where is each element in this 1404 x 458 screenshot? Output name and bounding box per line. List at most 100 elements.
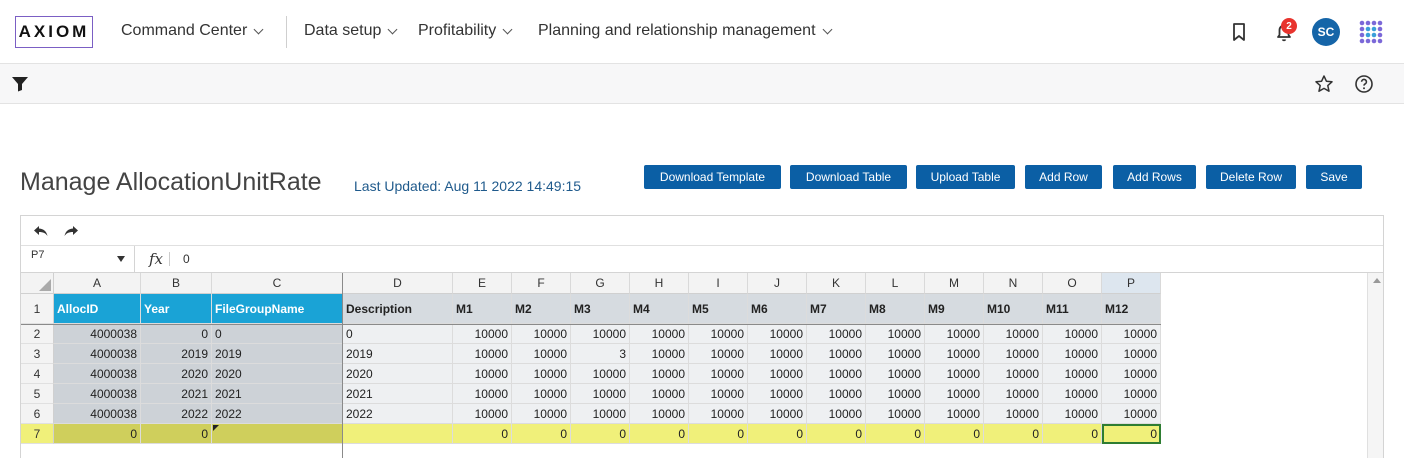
cell-b4[interactable]: 2020 [141,364,212,384]
cell-m2[interactable]: 10000 [925,324,984,344]
header-cell-d[interactable]: Description [343,294,453,324]
cell-p5[interactable]: 10000 [1102,384,1161,404]
redo-icon[interactable] [63,224,79,238]
cell-a2[interactable]: 4000038 [54,324,141,344]
header-cell-f[interactable]: M2 [512,294,571,324]
cell-j4[interactable]: 10000 [748,364,807,384]
upload-table-button[interactable]: Upload Table [916,165,1015,189]
header-cell-j[interactable]: M6 [748,294,807,324]
cell-f6[interactable]: 10000 [512,404,571,424]
row-header-4[interactable]: 4 [21,364,54,384]
cell-m4[interactable]: 10000 [925,364,984,384]
cell-e6[interactable]: 10000 [453,404,512,424]
caret-down-icon[interactable] [117,256,125,262]
cell-c2[interactable]: 0 [212,324,343,344]
header-cell-k[interactable]: M7 [807,294,866,324]
cell-a7[interactable]: 0 [54,424,141,444]
cell-c6[interactable]: 2022 [212,404,343,424]
cell-l4[interactable]: 10000 [866,364,925,384]
download-template-button[interactable]: Download Template [644,165,781,189]
nav-planning-relationship-management[interactable]: Planning and relationship management [538,22,832,40]
header-cell-g[interactable]: M3 [571,294,630,324]
cell-d7[interactable] [343,424,453,444]
cell-n5[interactable]: 10000 [984,384,1043,404]
cell-e5[interactable]: 10000 [453,384,512,404]
cell-i3[interactable]: 10000 [689,344,748,364]
cell-c5[interactable]: 2021 [212,384,343,404]
cell-h5[interactable]: 10000 [630,384,689,404]
cell-g2[interactable]: 10000 [571,324,630,344]
cell-m6[interactable]: 10000 [925,404,984,424]
cell-j6[interactable]: 10000 [748,404,807,424]
cell-d4[interactable]: 2020 [343,364,453,384]
scroll-up-icon[interactable] [1373,278,1381,283]
cell-a3[interactable]: 4000038 [54,344,141,364]
save-button[interactable]: Save [1306,165,1362,189]
column-header-k[interactable]: K [807,273,866,294]
cell-o4[interactable]: 10000 [1043,364,1102,384]
cell-k2[interactable]: 10000 [807,324,866,344]
cell-a4[interactable]: 4000038 [54,364,141,384]
favorite-star-icon[interactable] [1314,74,1334,94]
bookmark-icon[interactable] [1227,20,1251,44]
cell-m7[interactable]: 0 [925,424,984,444]
cell-g6[interactable]: 10000 [571,404,630,424]
cell-d2[interactable]: 0 [343,324,453,344]
cell-c7[interactable] [212,424,343,444]
cell-j2[interactable]: 10000 [748,324,807,344]
cell-n2[interactable]: 10000 [984,324,1043,344]
cell-i5[interactable]: 10000 [689,384,748,404]
add-rows-button[interactable]: Add Rows [1113,165,1196,189]
formula-input[interactable]: 0 [183,252,190,266]
header-cell-o[interactable]: M11 [1043,294,1102,324]
header-cell-h[interactable]: M4 [630,294,689,324]
cell-n4[interactable]: 10000 [984,364,1043,384]
cell-k4[interactable]: 10000 [807,364,866,384]
column-header-p[interactable]: P [1102,273,1161,294]
column-header-l[interactable]: L [866,273,925,294]
app-launcher-grid-icon[interactable] [1358,19,1384,45]
cell-k5[interactable]: 10000 [807,384,866,404]
cell-e4[interactable]: 10000 [453,364,512,384]
header-cell-a[interactable]: AllocID [54,294,141,324]
cell-o6[interactable]: 10000 [1043,404,1102,424]
cell-a5[interactable]: 4000038 [54,384,141,404]
cell-i4[interactable]: 10000 [689,364,748,384]
cell-h3[interactable]: 10000 [630,344,689,364]
column-header-g[interactable]: G [571,273,630,294]
row-header-1[interactable]: 1 [21,294,54,324]
column-header-n[interactable]: N [984,273,1043,294]
cell-f4[interactable]: 10000 [512,364,571,384]
cell-n7[interactable]: 0 [984,424,1043,444]
cell-g3[interactable]: 3 [571,344,630,364]
cell-a6[interactable]: 4000038 [54,404,141,424]
nav-data-setup[interactable]: Data setup [304,22,398,40]
nav-command-center[interactable]: Command Center [121,22,264,40]
cell-i6[interactable]: 10000 [689,404,748,424]
cell-d5[interactable]: 2021 [343,384,453,404]
cell-m3[interactable]: 10000 [925,344,984,364]
help-icon[interactable] [1354,74,1374,94]
cell-p3[interactable]: 10000 [1102,344,1161,364]
column-header-c[interactable]: C [212,273,343,294]
undo-icon[interactable] [33,224,49,238]
cell-d6[interactable]: 2022 [343,404,453,424]
nav-profitability[interactable]: Profitability [418,22,513,40]
cell-p7[interactable]: 0 [1102,424,1161,444]
cell-d3[interactable]: 2019 [343,344,453,364]
filter-icon[interactable] [11,76,29,92]
cell-p2[interactable]: 10000 [1102,324,1161,344]
cell-b3[interactable]: 2019 [141,344,212,364]
cell-j5[interactable]: 10000 [748,384,807,404]
cell-g4[interactable]: 10000 [571,364,630,384]
cell-e7[interactable]: 0 [453,424,512,444]
row-header-5[interactable]: 5 [21,384,54,404]
column-header-f[interactable]: F [512,273,571,294]
axiom-logo[interactable]: AXIOM [15,16,93,48]
column-header-i[interactable]: I [689,273,748,294]
header-cell-c[interactable]: FileGroupName [212,294,343,324]
column-header-d[interactable]: D [343,273,453,294]
cell-g7[interactable]: 0 [571,424,630,444]
cell-g5[interactable]: 10000 [571,384,630,404]
download-table-button[interactable]: Download Table [790,165,907,189]
